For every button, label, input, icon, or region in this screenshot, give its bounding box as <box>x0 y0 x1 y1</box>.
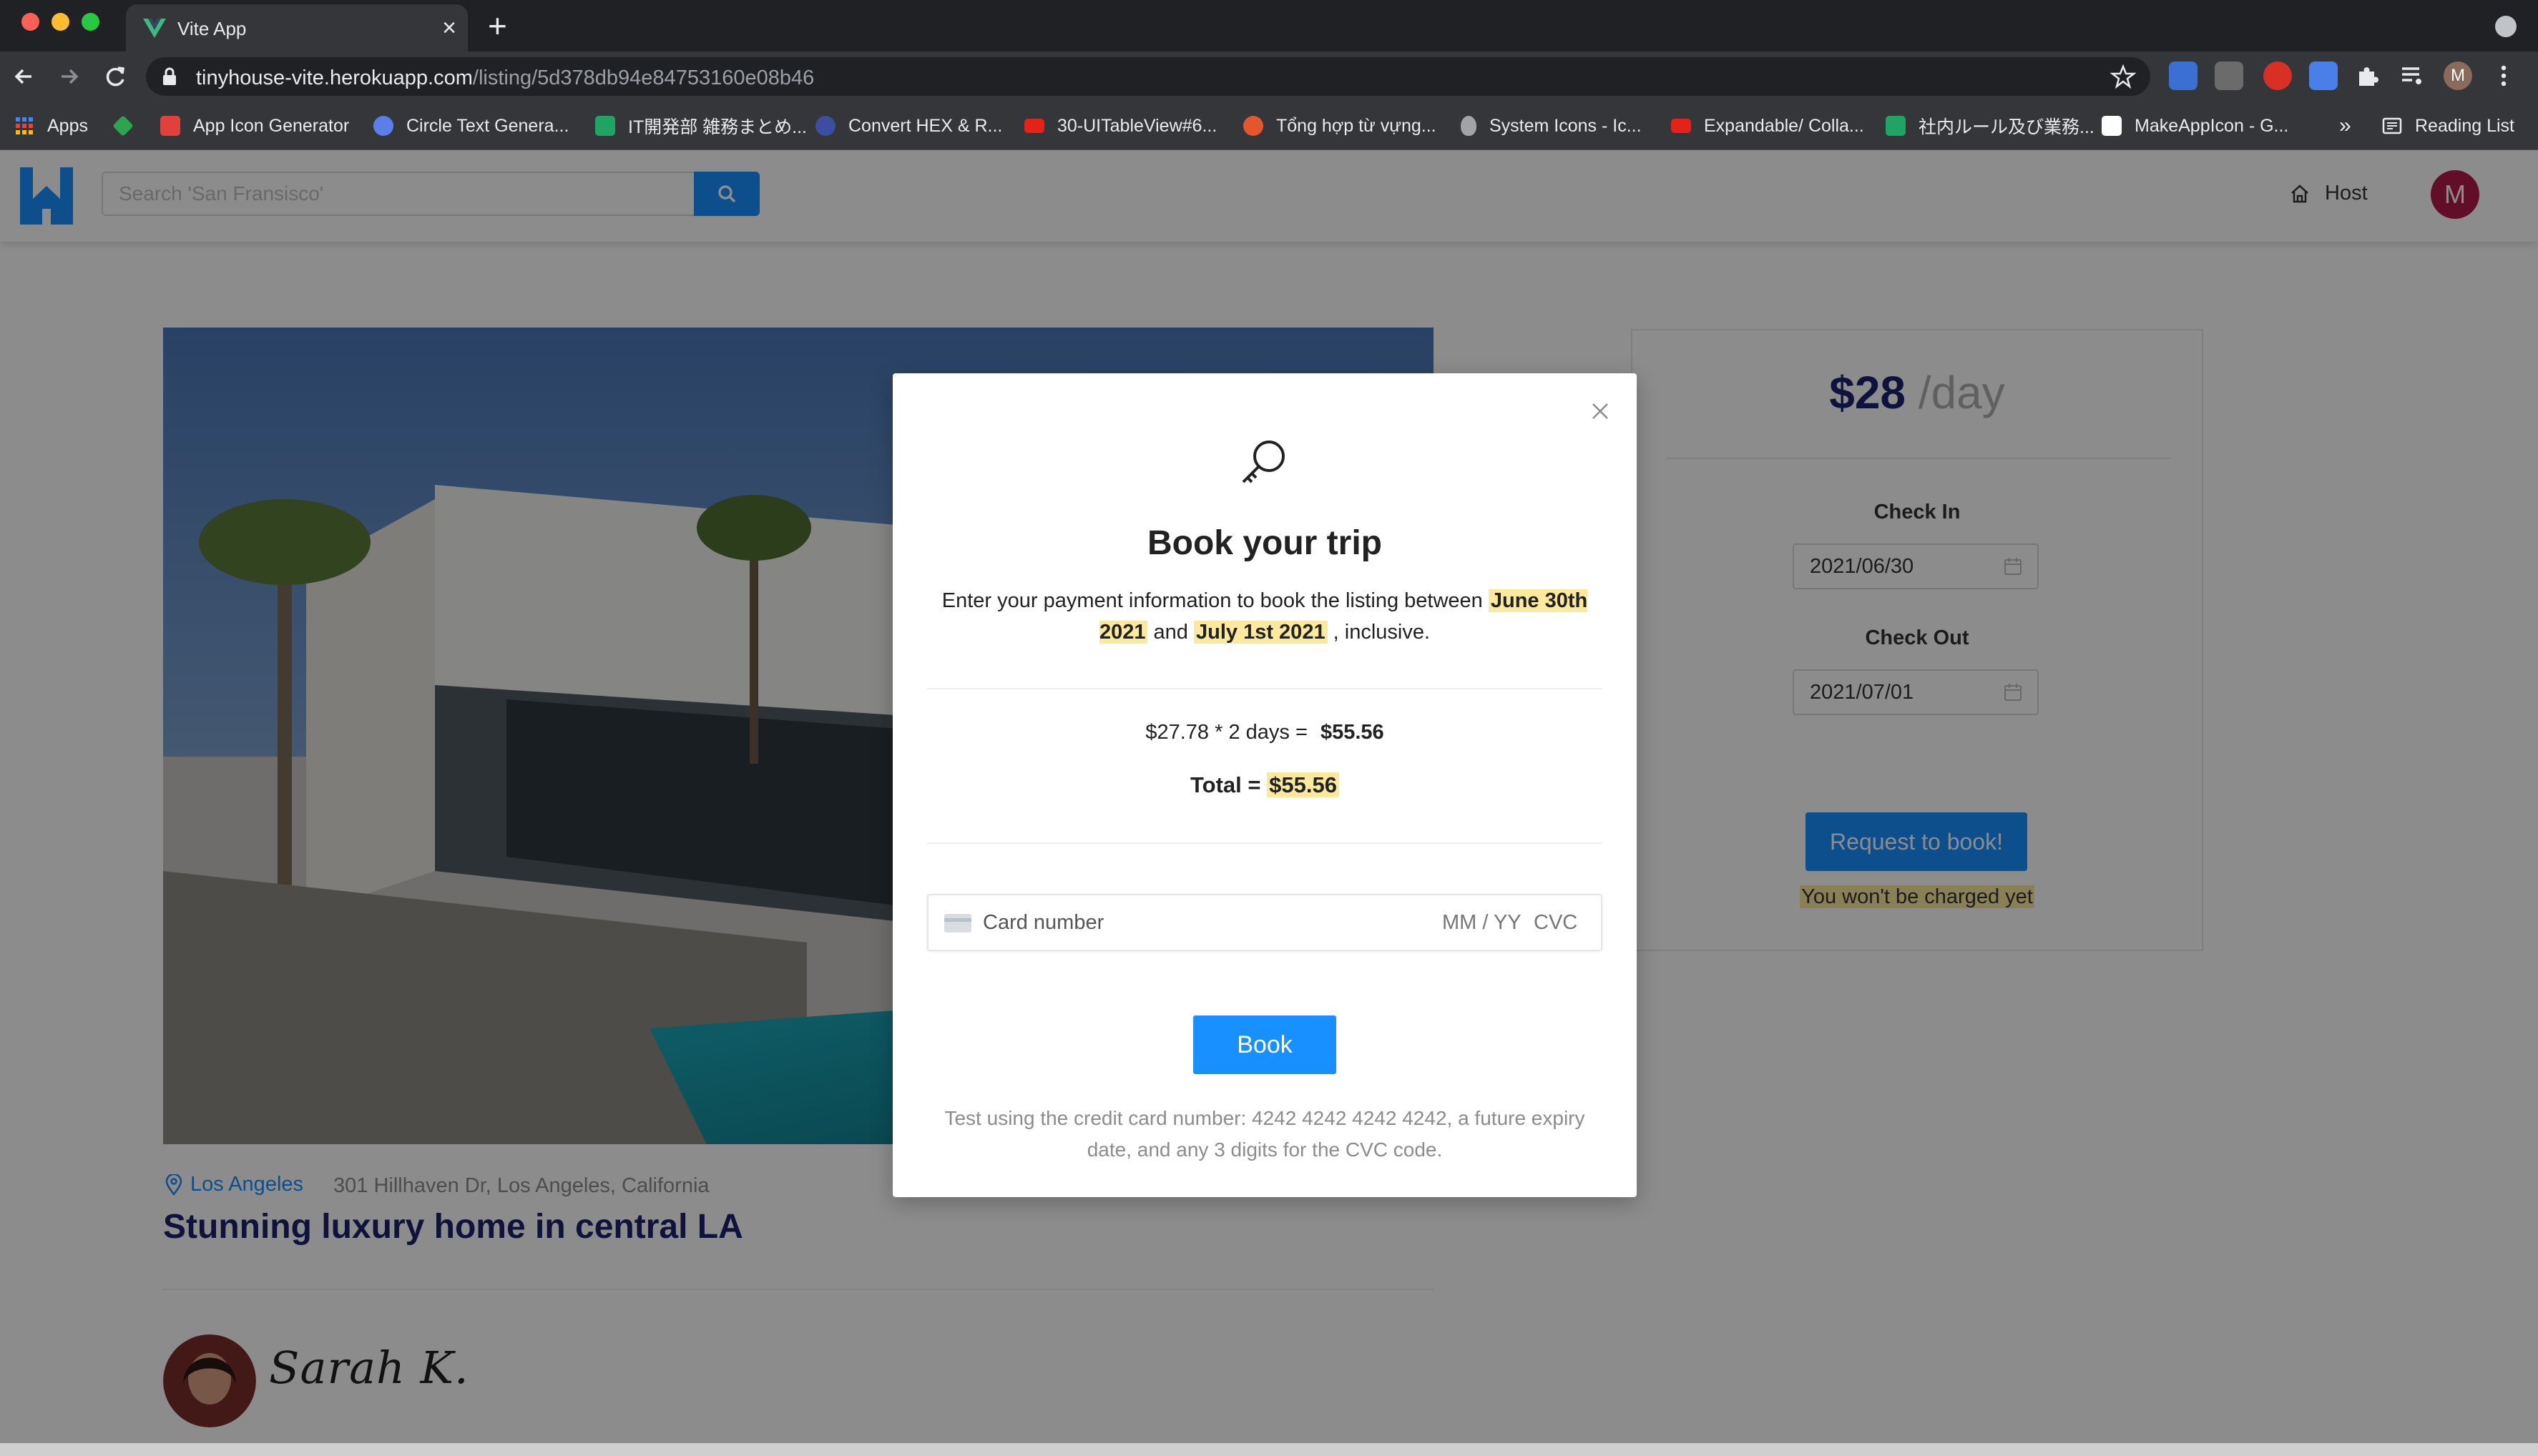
modal-title: Book your trip <box>1147 524 1382 562</box>
bookmark-label: Tổng hợp từ vựng... <box>1276 115 1436 136</box>
url-host: tinyhouse-vite.herokuapp.com <box>196 67 473 89</box>
total-value: $55.56 <box>1267 772 1339 797</box>
browser-tab-strip: Vite App × + <box>0 0 2538 51</box>
card-input[interactable]: Card number MM / YY CVC <box>927 894 1602 951</box>
extension-translate-icon[interactable] <box>2309 62 2338 90</box>
app-icon-generator-icon <box>160 116 180 136</box>
sheets-icon <box>595 116 615 136</box>
total-label: Total = <box>1190 772 1261 797</box>
card-expiry-placeholder: MM / YY <box>1442 911 1522 934</box>
total-line: Total = $55.56 <box>893 772 1637 798</box>
card-number-placeholder: Card number <box>983 911 1104 934</box>
key-icon <box>1242 441 1285 483</box>
browser-toolbar: tinyhouse-vite.herokuapp.com/listing/5d3… <box>0 51 2538 102</box>
bookmark-app-icon-generator[interactable]: App Icon Generator <box>160 112 349 140</box>
bookmark-tong-hop[interactable]: Tổng hợp từ vựng... <box>1243 112 1436 140</box>
apps-grid-icon <box>16 117 33 134</box>
booking-modal: Book your trip Enter your payment inform… <box>893 373 1637 1197</box>
bookmark-expandable[interactable]: Expandable/ Colla... <box>1671 112 1864 140</box>
desc-and: and <box>1153 621 1188 644</box>
bookmark-uitableview[interactable]: 30-UITableView#6... <box>1024 112 1217 140</box>
bookmarks-bar: Apps App Icon Generator Circle Text Gene… <box>0 102 2538 150</box>
apple-icon <box>1461 116 1476 136</box>
extension-red-icon[interactable] <box>2263 62 2292 90</box>
tab-title: Vite App <box>177 18 247 39</box>
forward-icon[interactable] <box>53 60 86 93</box>
bookmark-label: App Icon Generator <box>193 115 350 136</box>
bookmark-system-icons[interactable]: System Icons - Ic... <box>1461 112 1642 140</box>
layers-icon <box>112 115 134 137</box>
reading-list-label: Reading List <box>2415 115 2514 136</box>
address-bar[interactable]: tinyhouse-vite.herokuapp.com/listing/5d3… <box>146 57 2150 96</box>
test-card-note: Test using the credit card number: 4242 … <box>944 1107 1585 1161</box>
bookmark-circle-text[interactable]: Circle Text Genera... <box>373 112 569 140</box>
bookmark-label: 社内ルール及び業務... <box>1919 117 2094 137</box>
circle-text-icon <box>373 116 393 136</box>
bookmarks-overflow-button[interactable]: » <box>2339 112 2351 140</box>
reading-list-button[interactable]: Reading List <box>2382 112 2514 140</box>
lock-icon <box>163 67 176 85</box>
tong-hop-icon <box>1243 116 1263 136</box>
close-icon[interactable] <box>1589 400 1611 422</box>
desc-suffix: , inclusive. <box>1333 621 1431 644</box>
sheets-icon <box>1886 116 1906 136</box>
extension-1-icon[interactable] <box>2169 62 2198 90</box>
end-date: July 1st 2021 <box>1194 621 1328 644</box>
calc-text: $27.78 * 2 days = <box>1145 721 1308 744</box>
youtube-icon <box>1671 119 1691 133</box>
back-icon[interactable] <box>7 60 40 93</box>
bookmark-makeappicon[interactable]: MakeAppIcon - G... <box>2102 112 2288 140</box>
credit-card-icon <box>944 914 971 933</box>
extensions-puzzle-icon[interactable] <box>2353 62 2382 90</box>
bookmark-it-sheet[interactable]: IT開発部 雑務まとめ... <box>595 112 807 140</box>
new-tab-button[interactable]: + <box>488 7 507 44</box>
browser-tab-active[interactable]: Vite App × <box>126 4 468 51</box>
bookmark-label: Apps <box>47 115 88 136</box>
tab-search-icon[interactable] <box>2495 16 2517 37</box>
card-cvc-placeholder: CVC <box>1534 911 1578 934</box>
bookmark-label: Expandable/ Colla... <box>1704 115 1864 136</box>
window-bottom-edge <box>0 1443 2538 1456</box>
window-zoom-button[interactable] <box>82 13 99 31</box>
window-close-button[interactable] <box>21 13 39 31</box>
bookmark-internal-rules[interactable]: 社内ルール及び業務... <box>1886 112 2094 140</box>
modal-description: Enter your payment information to book t… <box>936 585 1594 648</box>
profile-avatar[interactable]: M <box>2444 62 2472 90</box>
bookmark-convert-hex[interactable]: Convert HEX & R... <box>815 112 1002 140</box>
browser-menu-icon[interactable] <box>2489 62 2518 90</box>
bookmark-layers[interactable] <box>112 112 146 140</box>
bookmark-label: IT開発部 雑務まとめ... <box>628 117 808 137</box>
vite-logo-icon <box>143 19 166 38</box>
bookmark-label: 30-UITableView#6... <box>1057 115 1217 136</box>
bookmark-label: Circle Text Genera... <box>406 115 569 136</box>
convert-hex-icon <box>815 116 836 136</box>
makeappicon-icon <box>2102 116 2122 136</box>
calc-result: $55.56 <box>1320 721 1384 744</box>
url-path: /listing/5d378db94e84753160e08b46 <box>472 67 815 89</box>
bookmark-label: Convert HEX & R... <box>848 115 1003 136</box>
bookmark-label: MakeAppIcon - G... <box>2135 115 2289 136</box>
youtube-icon <box>1024 119 1044 133</box>
page-content: Search 'San Fransisco' Host M Los Angele… <box>0 150 2538 1456</box>
bookmark-star-icon[interactable] <box>2110 64 2136 89</box>
media-queue-icon[interactable] <box>2398 62 2426 90</box>
desc-prefix: Enter your payment information to book t… <box>941 589 1483 612</box>
reload-icon[interactable] <box>99 60 132 93</box>
book-button[interactable]: Book <box>1193 1015 1336 1074</box>
window-minimize-button[interactable] <box>52 13 69 31</box>
bookmark-apps[interactable]: Apps <box>14 112 88 140</box>
divider <box>927 688 1602 689</box>
bookmark-label: System Icons - Ic... <box>1489 115 1642 136</box>
divider <box>927 842 1602 844</box>
url-text: tinyhouse-vite.herokuapp.com/listing/5d3… <box>196 67 814 90</box>
price-calculation: $27.78 * 2 days = $55.56 <box>893 721 1637 744</box>
extension-pen-icon[interactable] <box>2215 62 2243 90</box>
tab-close-icon[interactable]: × <box>442 14 456 42</box>
reading-list-icon <box>2382 117 2402 134</box>
